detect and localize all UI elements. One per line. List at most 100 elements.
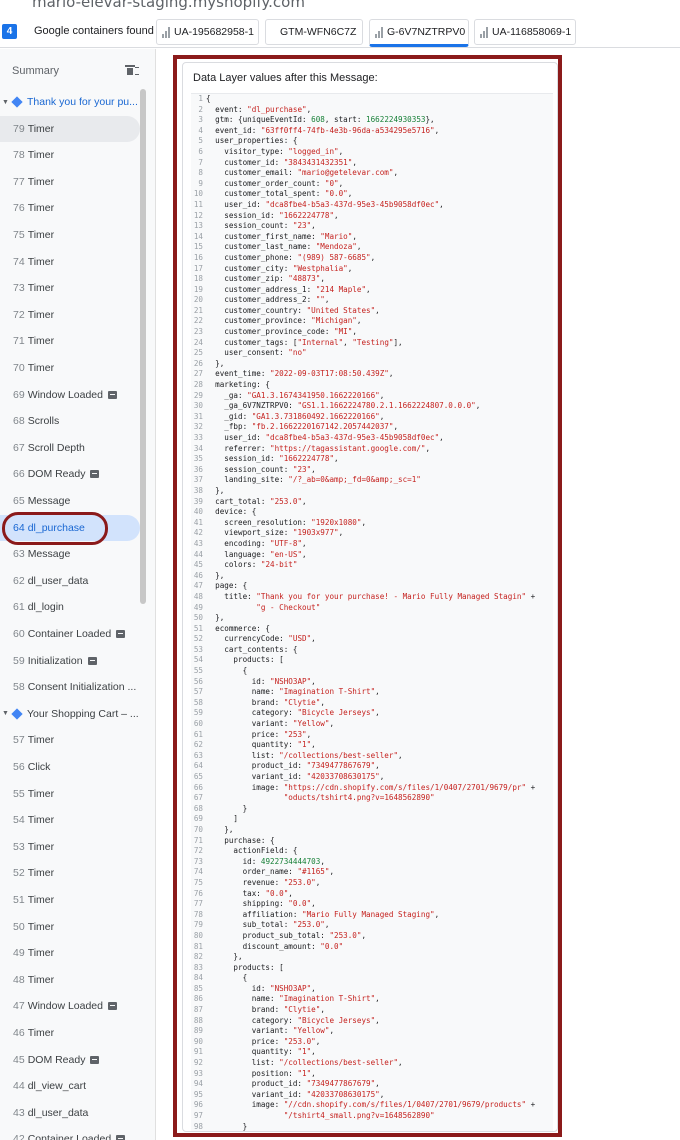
sidebar-event-item[interactable]: 51 Timer: [0, 887, 140, 913]
sidebar-event-item[interactable]: 74 Timer: [0, 249, 140, 275]
line-number: 53: [193, 644, 203, 654]
code-line: 18 customer_zip: "48873",: [191, 274, 553, 285]
code-text: title: "Thank you for your purchase! - M…: [206, 591, 536, 601]
sidebar-event-label: dl_purchase: [27, 521, 85, 534]
container-tab[interactable]: GTM-WFN6C7Z: [265, 19, 363, 45]
line-number: 33: [193, 433, 203, 442]
sidebar-page-group[interactable]: ▼ Your Shopping Cart – ...: [0, 702, 140, 726]
sidebar-event-item[interactable]: 50 Timer: [0, 914, 140, 940]
code-line: 84 {: [191, 973, 553, 984]
data-layer-code: 1{2 event: "dl_purchase", 3 gtm: {uniqueE…: [191, 93, 553, 1131]
container-tab[interactable]: UA-116858069-1: [474, 19, 576, 45]
sidebar-event-item[interactable]: 61 dl_login: [0, 594, 140, 620]
sidebar-event-item[interactable]: 68 Scrolls: [0, 408, 140, 434]
sidebar-event-number: 58: [13, 681, 25, 694]
code-text: },: [206, 485, 225, 495]
sidebar-event-item[interactable]: 71 Timer: [0, 328, 140, 354]
sidebar-event-number: 75: [13, 229, 25, 241]
sidebar-event-label: Container Loaded: [27, 628, 112, 640]
sidebar-event-item[interactable]: 76 Timer: [0, 195, 140, 221]
line-number: 30: [193, 401, 203, 411]
code-text: position: "1",: [206, 1068, 316, 1078]
analytics-bars-icon: [162, 26, 170, 38]
code-text: cart_contents: {: [206, 644, 298, 654]
code-line: 32 _fbp: "fb.2.1662220167142.2057442037"…: [191, 422, 553, 433]
line-number: 61: [193, 729, 203, 739]
container-tab[interactable]: UA-195682958-1: [156, 19, 259, 45]
line-number: 90: [193, 1036, 203, 1046]
line-number: 43: [193, 538, 203, 548]
sidebar-event-item[interactable]: 55 Timer: [0, 781, 140, 807]
line-number: 93: [193, 1068, 203, 1078]
code-line: 41 screen_resolution: "1920x1080",: [191, 518, 553, 529]
code-text: customer_last_name: "Mendoza",: [206, 242, 362, 252]
sidebar-event-item[interactable]: 73 Timer: [0, 275, 140, 301]
code-line: 8 customer_email: "mario@getelevar.com",: [191, 168, 553, 179]
sidebar-event-item[interactable]: 53 Timer: [0, 834, 140, 860]
sidebar-event-item[interactable]: 45 DOM Ready: [0, 1047, 140, 1073]
clear-trash-icon[interactable]: [125, 64, 139, 75]
code-text: customer_address_2: "",: [206, 295, 330, 305]
line-number: 12: [193, 210, 203, 220]
sidebar-event-label: Timer: [27, 867, 55, 880]
sidebar-event-item[interactable]: 54 Timer: [0, 807, 140, 833]
sidebar-event-item[interactable]: 47 Window Loaded: [0, 993, 140, 1019]
sidebar-event-item[interactable]: 57 Timer: [0, 727, 140, 753]
sidebar-event-number: 44: [13, 1080, 25, 1093]
code-line: 33 user_id: "dca8fbe4-b5a3-437d-95e3-45b…: [191, 433, 553, 444]
code-text: customer_province: "Michigan",: [206, 316, 362, 326]
sidebar-event-item[interactable]: 75 Timer: [0, 222, 140, 248]
chevron-down-icon[interactable]: ▼: [2, 710, 10, 717]
summary-link[interactable]: Summary: [12, 65, 59, 77]
code-line: 78 affiliation: "Mario Fully Managed Sta…: [191, 910, 553, 921]
line-number: 5: [198, 136, 203, 146]
code-text: _gid: "GA1.3.731860492.1662220166",: [206, 411, 385, 421]
sidebar-event-label: Timer: [27, 920, 55, 933]
sidebar-event-item[interactable]: 66 DOM Ready: [0, 461, 140, 487]
code-line: 65 variant_id: "42033708630175",: [191, 772, 553, 783]
sidebar-event-label: Initialization: [27, 654, 83, 667]
sidebar-event-item[interactable]: 43 dl_user_data: [0, 1100, 140, 1126]
built-in-event-icon: [108, 1002, 117, 1011]
code-line: 74 order_name: "#1165",: [191, 867, 553, 878]
code-text: products: [: [206, 655, 284, 665]
sidebar-event-item[interactable]: 64 dl_purchase: [0, 514, 140, 541]
code-line: 36 session_count: "23",: [191, 465, 553, 476]
sidebar-scrollbar[interactable]: [140, 89, 146, 604]
line-number: 89: [193, 1026, 203, 1036]
sidebar-event-item[interactable]: 79 Timer: [0, 115, 140, 142]
sidebar-event-item[interactable]: 77 Timer: [0, 169, 140, 195]
sidebar-event-item[interactable]: 49 Timer: [0, 940, 140, 966]
sidebar-event-item[interactable]: 70 Timer: [0, 355, 140, 381]
code-line: 89 variant: "Yellow",: [191, 1026, 553, 1037]
sidebar-event-item[interactable]: 42 Container Loaded: [0, 1126, 140, 1140]
code-line: 30 _ga_6V7NZTRPV0: "GS1.1.1662224780.2.1…: [191, 401, 553, 412]
sidebar-page-group[interactable]: ▼ Thank you for your pu...: [0, 90, 140, 114]
code-line: 62 quantity: "1",: [191, 740, 553, 751]
code-line: 10 customer_total_spent: "0.0",: [191, 189, 553, 200]
sidebar-event-label: Timer: [27, 335, 55, 348]
code-text: actionField: {: [206, 846, 298, 856]
sidebar-event-item[interactable]: 69 Window Loaded: [0, 382, 140, 408]
sidebar-event-item[interactable]: 58 Consent Initialization ...: [0, 674, 140, 700]
sidebar-event-item[interactable]: 67 Scroll Depth: [0, 435, 140, 461]
sidebar-event-item[interactable]: 59 Initialization: [0, 648, 140, 674]
sidebar-event-item[interactable]: 48 Timer: [0, 967, 140, 993]
sidebar-event-item[interactable]: 60 Container Loaded: [0, 621, 140, 647]
line-number: 63: [193, 750, 203, 760]
sidebar-event-item[interactable]: 52 Timer: [0, 860, 140, 886]
sidebar-event-item[interactable]: 56 Click: [0, 754, 140, 780]
sidebar-event-item[interactable]: 63 Message: [0, 541, 140, 567]
sidebar-group-label: Thank you for your pu...: [27, 96, 138, 108]
sidebar-event-item[interactable]: 78 Timer: [0, 142, 140, 168]
sidebar-event-item[interactable]: 44 dl_view_cart: [0, 1073, 140, 1099]
sidebar-event-item[interactable]: 62 dl_user_data: [0, 568, 140, 594]
sidebar-event-item[interactable]: 72 Timer: [0, 302, 140, 328]
line-number: 31: [193, 411, 203, 421]
chevron-down-icon[interactable]: ▼: [2, 99, 10, 106]
container-tab[interactable]: G-6V7NZTRPV0: [369, 19, 469, 47]
code-text: _fbp: "fb.2.1662220167142.2057442037",: [206, 422, 399, 432]
sidebar-event-item[interactable]: 65 Message: [0, 488, 140, 514]
line-number: 11: [193, 199, 203, 209]
sidebar-event-item[interactable]: 46 Timer: [0, 1020, 140, 1046]
